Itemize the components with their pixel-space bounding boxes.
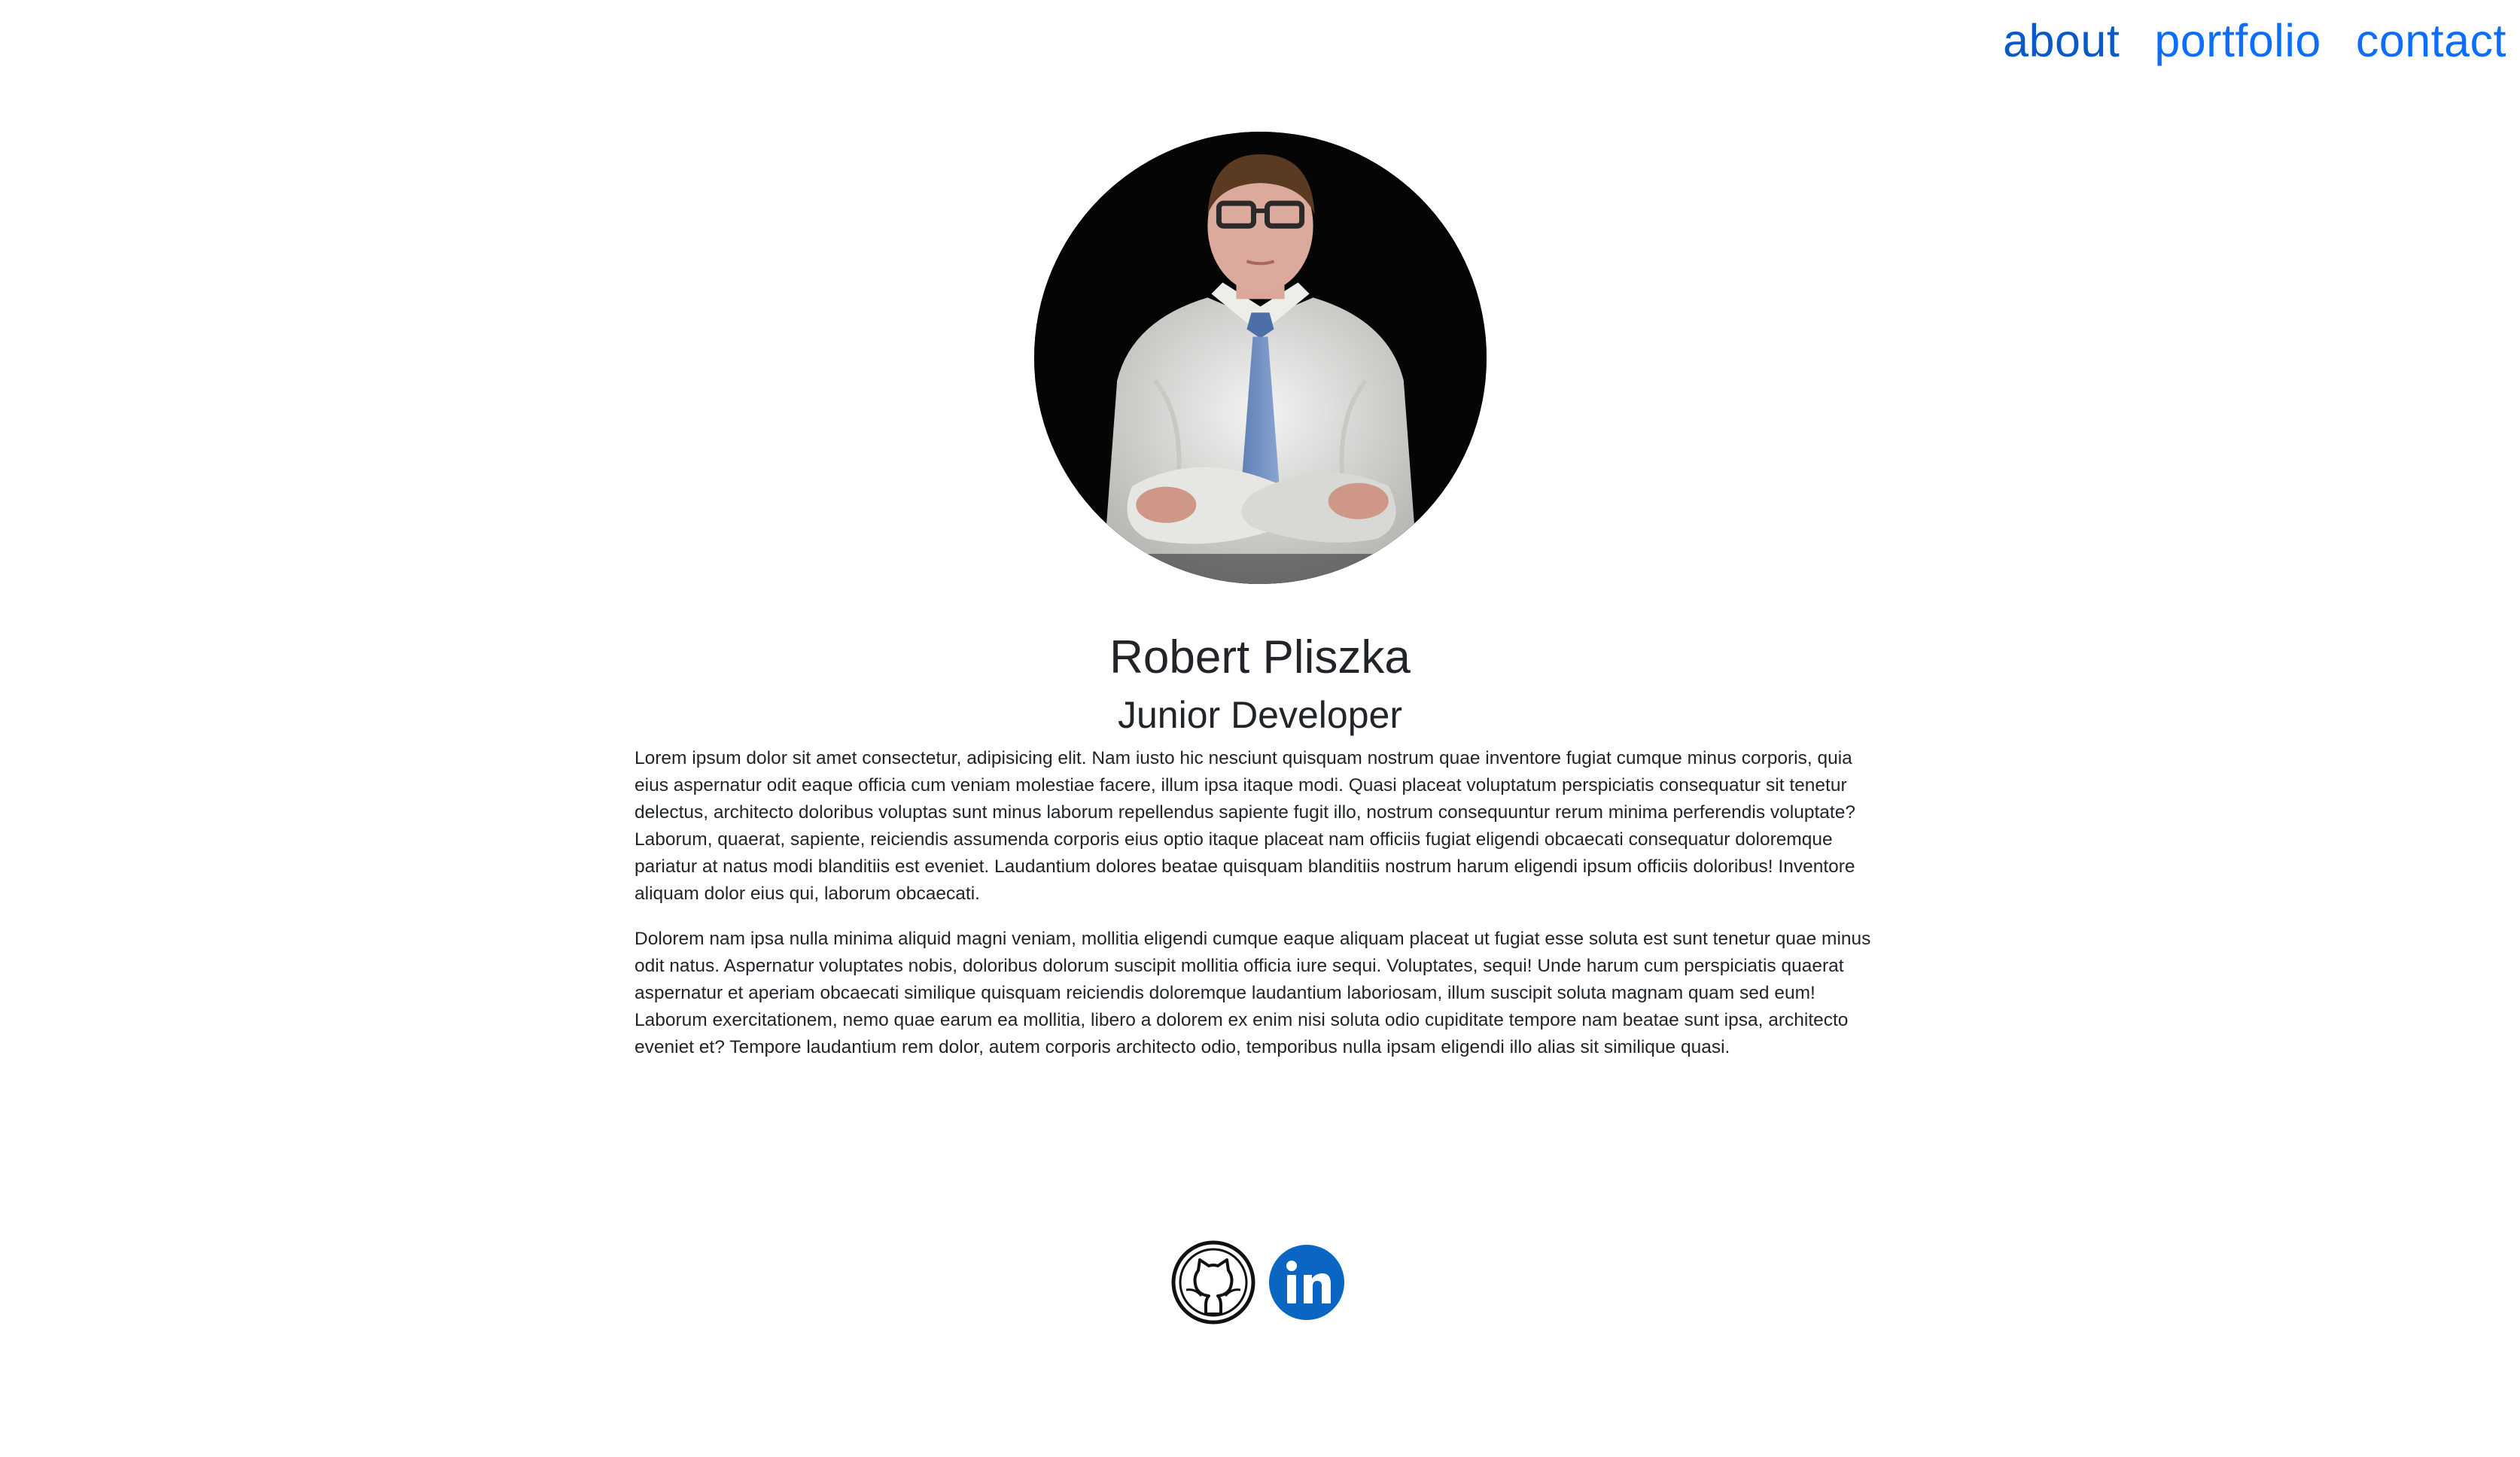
social-links [1171,1240,1349,1325]
bio-paragraph: Dolorem nam ipsa nulla minima aliquid ma… [635,929,1871,1057]
github-icon [1171,1240,1255,1325]
profile-name: Robert Pliszka [1109,631,1411,683]
profile-photo [1034,132,1487,584]
nav-link-portfolio[interactable]: portfolio [2154,9,2321,72]
profile-role: Junior Developer [1118,694,1402,736]
linkedin-link[interactable] [1265,1240,1349,1325]
nav-link-about[interactable]: about [2003,9,2120,72]
bio-section: Lorem ipsum dolor sit amet consectetur, … [635,745,1888,1079]
linkedin-icon [1269,1245,1344,1320]
bio-paragraph: Lorem ipsum dolor sit amet consectetur, … [635,748,1855,904]
top-nav: about portfolio contact [2003,9,2506,72]
github-link[interactable] [1171,1240,1255,1325]
nav-link-contact[interactable]: contact [2356,9,2506,72]
profile-photo-illustration [1034,132,1487,584]
